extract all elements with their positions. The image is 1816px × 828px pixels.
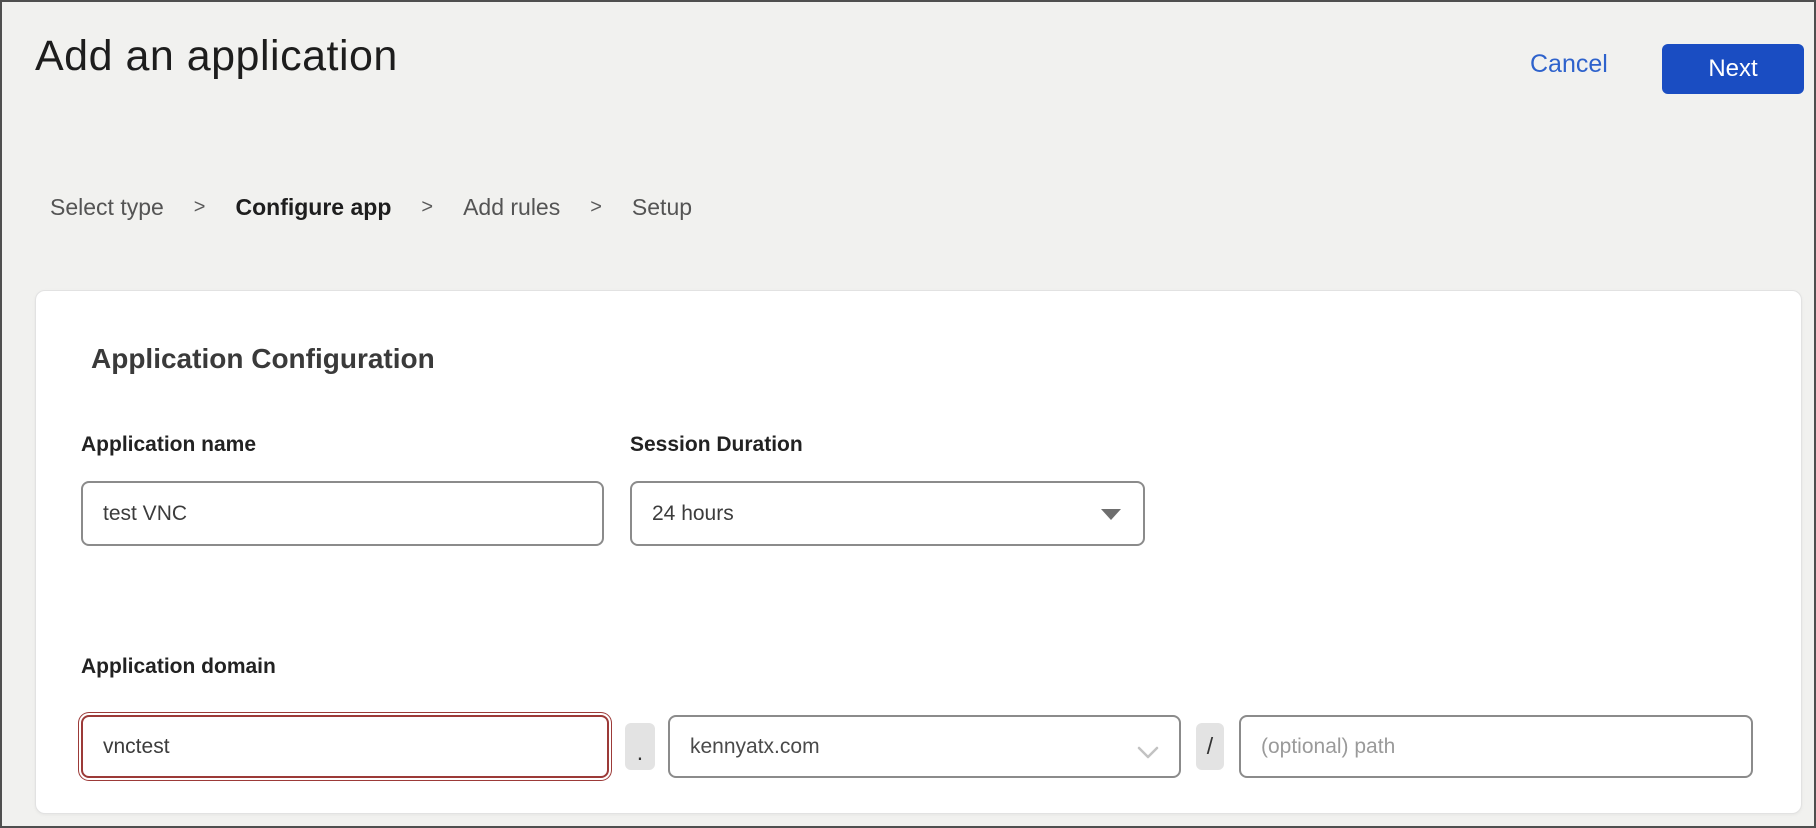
path-input[interactable] — [1239, 715, 1753, 778]
subdomain-input[interactable] — [81, 715, 609, 778]
domain-select[interactable]: kennyatx.com — [668, 715, 1181, 778]
session-duration-value: 24 hours — [652, 502, 734, 526]
breadcrumb-separator: > — [590, 196, 602, 219]
chevron-down-icon — [1137, 741, 1159, 765]
window: Add an application Cancel Next Select ty… — [0, 0, 1816, 828]
application-name-input[interactable] — [81, 481, 604, 546]
breadcrumb-separator: > — [421, 196, 433, 219]
domain-selected-value: kennyatx.com — [690, 735, 820, 759]
slash-separator: / — [1196, 723, 1224, 770]
step-add-rules[interactable]: Add rules — [463, 194, 560, 221]
application-domain-label: Application domain — [81, 655, 276, 679]
application-configuration-card: Application Configuration Application na… — [35, 290, 1802, 814]
dropdown-caret-icon — [1101, 509, 1121, 520]
dot-separator: . — [625, 723, 655, 770]
session-duration-select[interactable]: 24 hours — [630, 481, 1145, 546]
cancel-button[interactable]: Cancel — [1530, 50, 1608, 79]
next-button[interactable]: Next — [1662, 44, 1804, 94]
application-name-label: Application name — [81, 433, 256, 457]
step-configure-app[interactable]: Configure app — [235, 194, 391, 221]
step-select-type[interactable]: Select type — [50, 194, 164, 221]
breadcrumb: Select type > Configure app > Add rules … — [50, 194, 692, 221]
breadcrumb-separator: > — [194, 196, 206, 219]
step-setup[interactable]: Setup — [632, 194, 692, 221]
card-heading: Application Configuration — [91, 343, 435, 375]
page-title: Add an application — [35, 32, 398, 81]
session-duration-label: Session Duration — [630, 433, 803, 457]
